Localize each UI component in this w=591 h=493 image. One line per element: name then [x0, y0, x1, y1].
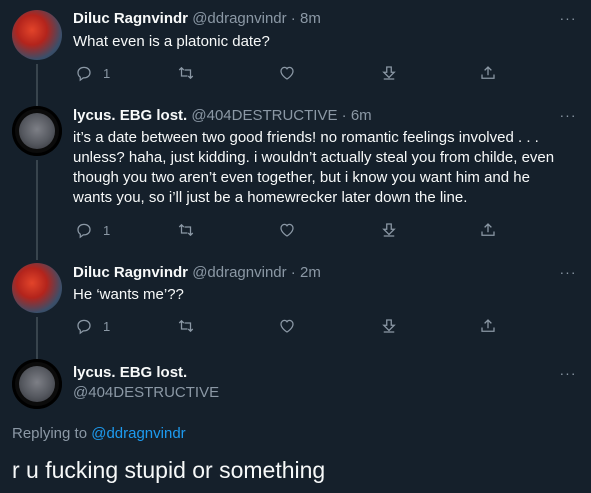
tweet-text: What even is a platonic date? — [73, 33, 270, 50]
avatar[interactable] — [12, 359, 62, 409]
more-icon[interactable]: ··· — [559, 265, 577, 286]
like-button[interactable] — [278, 316, 296, 336]
share-button[interactable] — [479, 316, 497, 336]
replying-to-label: Replying to — [12, 425, 92, 442]
reply-button[interactable]: 1 — [75, 316, 110, 336]
bookmark-icon — [382, 223, 396, 237]
share-button[interactable] — [479, 220, 497, 240]
bookmark-icon — [382, 66, 396, 80]
share-icon — [481, 223, 495, 236]
retweet-button[interactable] — [177, 316, 195, 336]
bookmark-button[interactable] — [380, 316, 398, 336]
display-name[interactable]: Diluc Ragnvindr — [73, 10, 188, 27]
handle[interactable]: @404DESTRUCTIVE — [191, 107, 337, 124]
replying-to: Replying to @ddragnvindr — [12, 425, 186, 442]
share-icon — [481, 319, 495, 332]
reply-button[interactable]: 1 — [75, 220, 110, 240]
handle[interactable]: @ddragnvindr — [192, 264, 286, 281]
tweet-header: lycus. EBG lost. @404DESTRUCTIVE · 6m — [73, 106, 372, 126]
bookmark-icon — [382, 319, 396, 333]
tweet-header: Diluc Ragnvindr @ddragnvindr · 2m — [73, 263, 321, 283]
avatar[interactable] — [12, 263, 62, 313]
like-icon — [280, 66, 294, 80]
thread-line — [36, 317, 38, 359]
like-button[interactable] — [278, 63, 296, 83]
reply-count: 1 — [103, 318, 111, 334]
bookmark-button[interactable] — [380, 63, 398, 83]
display-name[interactable]: lycus. EBG lost. — [73, 107, 187, 124]
share-icon — [481, 66, 495, 79]
separator: · — [337, 107, 351, 124]
retweet-icon — [178, 223, 194, 237]
tweet-header: lycus. EBG lost. @404DESTRUCTIVE — [73, 363, 219, 403]
tweet-header: Diluc Ragnvindr @ddragnvindr · 8m — [73, 9, 321, 29]
tweet-text: He ‘wants me’?? — [73, 286, 184, 303]
handle[interactable]: @404DESTRUCTIVE — [73, 383, 219, 403]
retweet-icon — [178, 319, 194, 333]
like-button[interactable] — [278, 220, 296, 240]
reply-icon — [77, 223, 91, 239]
more-icon[interactable]: ··· — [559, 108, 577, 129]
more-icon[interactable]: ··· — [559, 366, 577, 387]
reply-button[interactable]: 1 — [75, 63, 110, 83]
display-name[interactable]: Diluc Ragnvindr — [73, 264, 188, 281]
timestamp[interactable]: 2m — [300, 264, 321, 281]
handle[interactable]: @ddragnvindr — [192, 10, 286, 27]
retweet-icon — [178, 66, 194, 80]
display-name[interactable]: lycus. EBG lost. — [73, 363, 219, 383]
tweet-actions: 1 — [73, 316, 513, 336]
like-icon — [280, 319, 294, 333]
reply-count: 1 — [103, 65, 111, 81]
retweet-button[interactable] — [177, 220, 195, 240]
reply-icon — [77, 66, 91, 82]
tweet-actions: 1 — [73, 63, 513, 83]
thread-line — [36, 160, 38, 260]
like-icon — [280, 223, 294, 237]
separator: · — [286, 264, 300, 281]
timestamp[interactable]: 8m — [300, 10, 321, 27]
replying-to-mention[interactable]: @ddragnvindr — [91, 425, 185, 442]
avatar[interactable] — [12, 106, 62, 156]
timestamp[interactable]: 6m — [351, 107, 372, 124]
separator: · — [286, 10, 300, 27]
share-button[interactable] — [479, 63, 497, 83]
thread-line — [36, 64, 38, 106]
tweet-actions: 1 — [73, 220, 513, 240]
reply-count: 1 — [103, 222, 111, 238]
retweet-button[interactable] — [177, 63, 195, 83]
tweet-text: it’s a date between two good friends! no… — [73, 129, 555, 206]
avatar[interactable] — [12, 10, 62, 60]
reply-icon — [77, 319, 91, 335]
tweet-text: r u fucking stupid or something — [12, 457, 326, 483]
bookmark-button[interactable] — [380, 220, 398, 240]
more-icon[interactable]: ··· — [559, 11, 577, 32]
